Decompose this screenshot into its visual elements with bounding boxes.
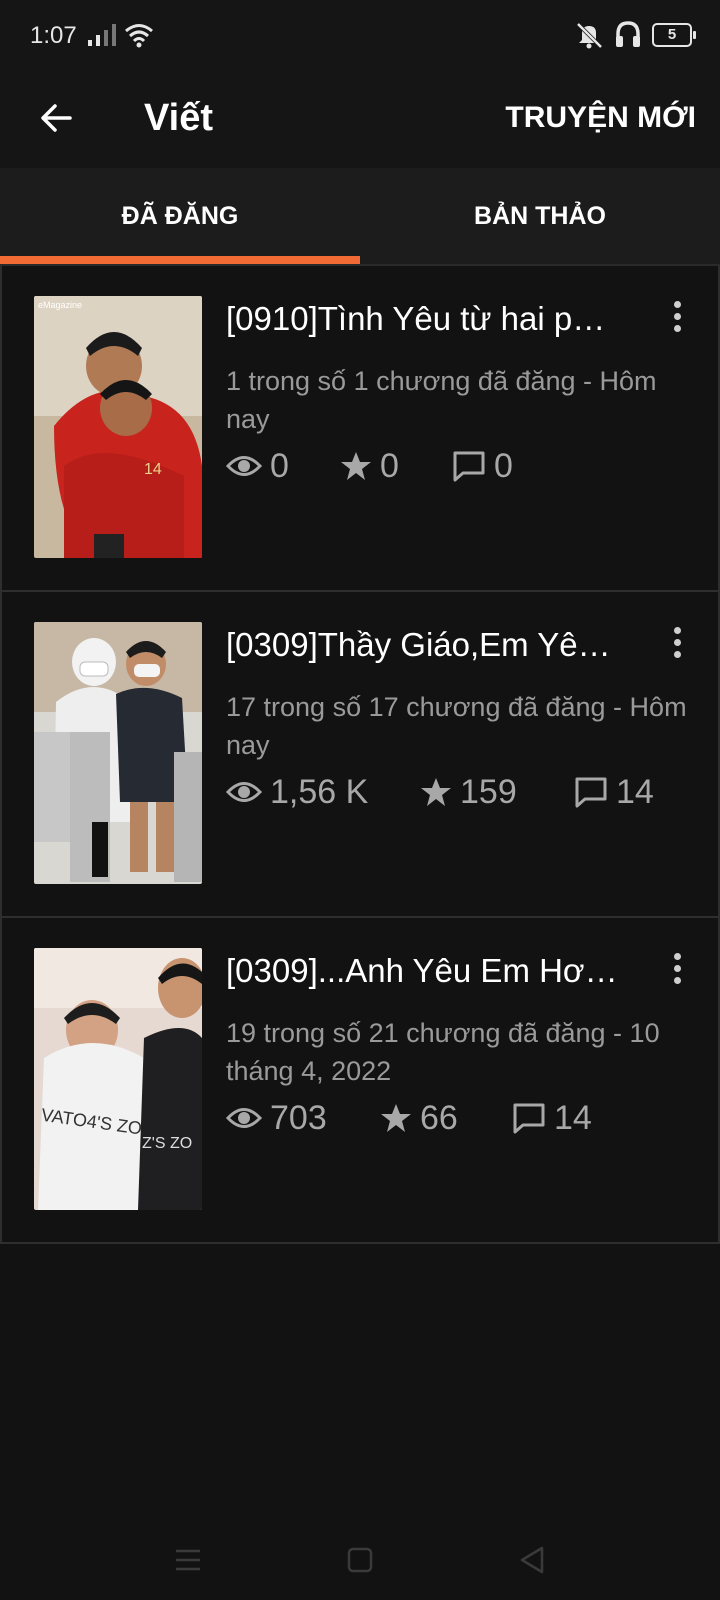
story-list: 14 eMagazine [0910]Tình Yêu từ hai p… 1 … [0, 266, 720, 1244]
page-title: Viết [144, 97, 214, 139]
star-icon [421, 778, 451, 806]
battery-indicator: 5 [652, 23, 696, 47]
status-time: 1:07 [30, 22, 77, 49]
wifi-icon [125, 24, 153, 48]
stat-comments: 14 [574, 773, 654, 812]
cover-brand-text: eMagazine [38, 300, 82, 310]
stat-views: 703 [226, 1099, 380, 1138]
new-story-button[interactable]: TRUYỆN MỚI [505, 90, 696, 146]
stat-comments: 14 [512, 1099, 592, 1138]
eye-icon [226, 1108, 262, 1128]
tab-published[interactable]: ĐÃ ĐĂNG [0, 168, 360, 264]
recent-apps-button[interactable] [164, 1538, 212, 1582]
home-button[interactable] [336, 1538, 384, 1582]
system-nav-bar [0, 1520, 720, 1600]
eye-icon [226, 456, 262, 476]
back-button[interactable] [28, 90, 84, 146]
silent-mode-icon [576, 22, 603, 49]
comment-icon [453, 451, 485, 482]
story-title[interactable]: [0309]...Anh Yêu Em Hơ… [226, 952, 634, 990]
star-icon [381, 1104, 411, 1132]
stat-votes: 159 [420, 773, 574, 812]
story-stats: 0 0 0 [226, 442, 513, 490]
story-meta: 19 trong số 21 chương đã đăng - 10 tháng… [226, 1018, 660, 1086]
status-bar: 1:07 5 [0, 0, 720, 72]
comments-count: 14 [616, 772, 654, 811]
svg-text:Z'S ZO: Z'S ZO [142, 1135, 192, 1152]
comments-count: 0 [494, 446, 513, 485]
comment-icon [575, 777, 607, 808]
story-cover-image: VATO4'S ZO Z'S ZO [34, 948, 202, 1210]
story-card[interactable]: 14 eMagazine [0910]Tình Yêu từ hai p… 1 … [0, 266, 720, 592]
story-title[interactable]: [0910]Tình Yêu từ hai p… [226, 300, 634, 338]
square-icon [347, 1547, 373, 1573]
more-vert-icon[interactable] [662, 946, 692, 990]
status-right: 5 [574, 20, 696, 50]
stat-comments: 0 [452, 447, 513, 486]
star-icon [341, 452, 371, 480]
headphones-icon [616, 21, 640, 47]
stat-votes: 66 [380, 1099, 512, 1138]
story-stats: 1,56 K 159 14 [226, 768, 654, 816]
views-count: 0 [270, 446, 289, 485]
comments-count: 14 [554, 1098, 592, 1137]
story-card[interactable]: [0309]Thầy Giáo,Em Yê… 17 trong số 17 ch… [0, 592, 720, 918]
comment-icon [513, 1103, 545, 1134]
back-nav-button[interactable] [508, 1538, 556, 1582]
story-meta: 17 trong số 17 chương đã đăng - Hôm nay [226, 692, 687, 760]
svg-text:14: 14 [144, 461, 162, 478]
signal-icon [88, 24, 116, 46]
more-vert-icon[interactable] [662, 620, 692, 664]
stat-votes: 0 [340, 447, 452, 486]
story-title[interactable]: [0309]Thầy Giáo,Em Yê… [226, 626, 634, 664]
story-meta: 1 trong số 1 chương đã đăng - Hôm nay [226, 366, 657, 434]
story-cover-image: 14 eMagazine [34, 296, 202, 558]
views-count: 1,56 K [270, 772, 369, 811]
triangle-back-icon [520, 1546, 544, 1574]
story-cover-image [34, 622, 202, 884]
story-stats: 703 66 14 [226, 1094, 592, 1142]
tab-drafts[interactable]: BẢN THẢO [360, 168, 720, 264]
stat-views: 1,56 K [226, 773, 420, 812]
votes-count: 66 [420, 1098, 458, 1137]
app-bar: Viết TRUYỆN MỚI [0, 72, 720, 168]
views-count: 703 [270, 1098, 327, 1137]
story-card[interactable]: VATO4'S ZO Z'S ZO [0309]...Anh Yêu Em Hơ… [0, 918, 720, 1244]
menu-icon [176, 1549, 200, 1571]
votes-count: 159 [460, 772, 517, 811]
votes-count: 0 [380, 446, 399, 485]
stat-views: 0 [226, 447, 340, 486]
eye-icon [226, 782, 262, 802]
back-arrow-icon [41, 104, 72, 132]
more-vert-icon[interactable] [662, 294, 692, 338]
tab-bar: ĐÃ ĐĂNG BẢN THẢO [0, 168, 720, 264]
